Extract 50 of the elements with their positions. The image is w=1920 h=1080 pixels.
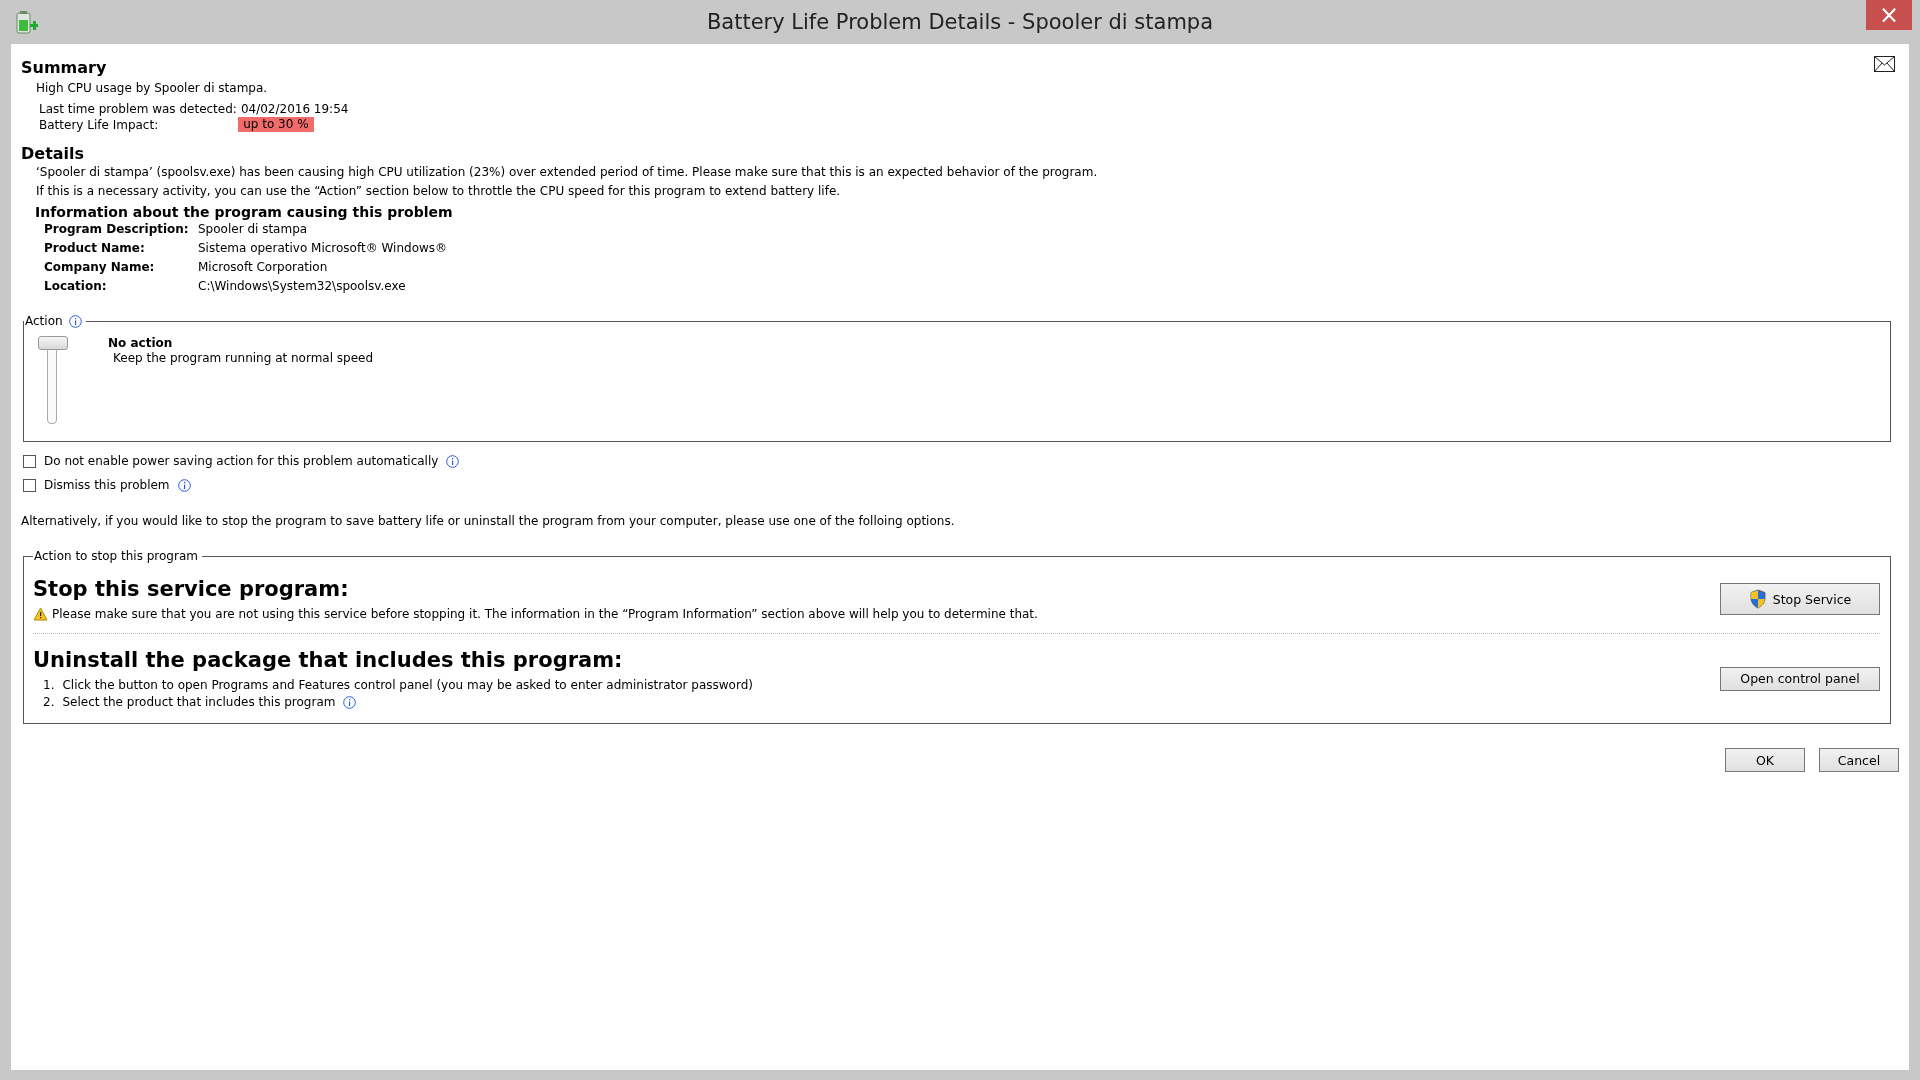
alternative-text: Alternatively, if you would like to stop the program to save battery life or uninstall the program from your computer, please use one of the folloing options. <box>21 513 955 530</box>
checkbox[interactable] <box>23 454 36 468</box>
details-text: ‘Spooler di stampa’ (spoolsv.exe) has been causing high CPU utilization (23%) over extended period of time. Please make sure that this is an expected behavior of the program. <box>36 164 1098 181</box>
slider-thumb[interactable] <box>38 336 68 350</box>
info-icon[interactable] <box>446 454 460 468</box>
info-value: Sistema operativo Microsoft® Windows® <box>198 240 448 257</box>
info-icon[interactable] <box>177 478 191 492</box>
action-description: Keep the program running at normal speed <box>113 351 374 366</box>
dialog-button[interactable]: Cancel <box>1819 748 1899 772</box>
step-number: 2. <box>43 695 55 709</box>
summary-text: High CPU usage by Spooler di stampa. <box>36 80 268 97</box>
info-value: Spooler di stampa <box>198 221 309 238</box>
close-button[interactable]: × <box>1866 0 1912 30</box>
info-label: Company Name: <box>44 259 156 276</box>
info-label: Program Description: <box>44 221 190 238</box>
field-value: 04/02/2016 19:54 <box>240 102 349 116</box>
battery-icon <box>16 10 38 36</box>
vertical-slider[interactable] <box>38 336 68 424</box>
mail-icon[interactable] <box>1874 56 1895 72</box>
info-label: Product Name: <box>44 240 146 257</box>
stop-service-button[interactable]: Stop Service <box>1720 583 1880 615</box>
dialog-button[interactable]: OK <box>1725 748 1805 772</box>
checkbox-label: Dismiss this problem <box>44 478 170 492</box>
group-legend: Action to stop this program <box>34 549 198 563</box>
info-value: C:\Windows\System32\spoolsv.exe <box>198 278 407 295</box>
step-number: 1. <box>43 678 55 692</box>
section-heading: Summary <box>21 58 107 77</box>
stop-heading: Stop this service program: <box>33 577 350 601</box>
step-text: Click the button to open Programs and Features control panel (you may be asked to enter administrator password) <box>62 678 753 692</box>
info-icon[interactable] <box>343 695 357 709</box>
checkbox-label: Do not enable power saving action for this problem automatically <box>44 454 439 468</box>
window-title: Battery Life Problem Details - Spooler di stampa <box>706 10 1214 34</box>
info-icon[interactable] <box>68 314 82 328</box>
impact-value: up to 30 % <box>238 117 314 132</box>
info-label: Location: <box>44 278 108 295</box>
step-text: Select the product that includes this program <box>62 695 336 709</box>
action-title: No action <box>108 336 174 351</box>
warning-text: Please make sure that you are not using this service before stopping it. The information in the “Program Information” section above will help you to determine that. <box>52 607 1038 621</box>
info-value: Microsoft Corporation <box>198 259 329 276</box>
field-label: Battery Life Impact: <box>39 117 159 132</box>
field-label: Last time problem was detected: <box>39 102 237 116</box>
open-control-panel-button[interactable]: Open control panel <box>1720 666 1880 691</box>
subsection-heading: Information about the program causing this problem <box>35 204 453 220</box>
section-heading: Details <box>21 144 85 163</box>
checkbox[interactable] <box>23 478 36 492</box>
warning-icon <box>33 607 48 621</box>
group-legend: Action <box>25 314 63 328</box>
uninstall-heading: Uninstall the package that includes this program: <box>33 648 624 672</box>
details-text: If this is a necessary activity, you can use the “Action” section below to throttle the CPU speed for this program to extend battery life. <box>36 183 841 200</box>
shield-icon <box>1748 589 1767 609</box>
